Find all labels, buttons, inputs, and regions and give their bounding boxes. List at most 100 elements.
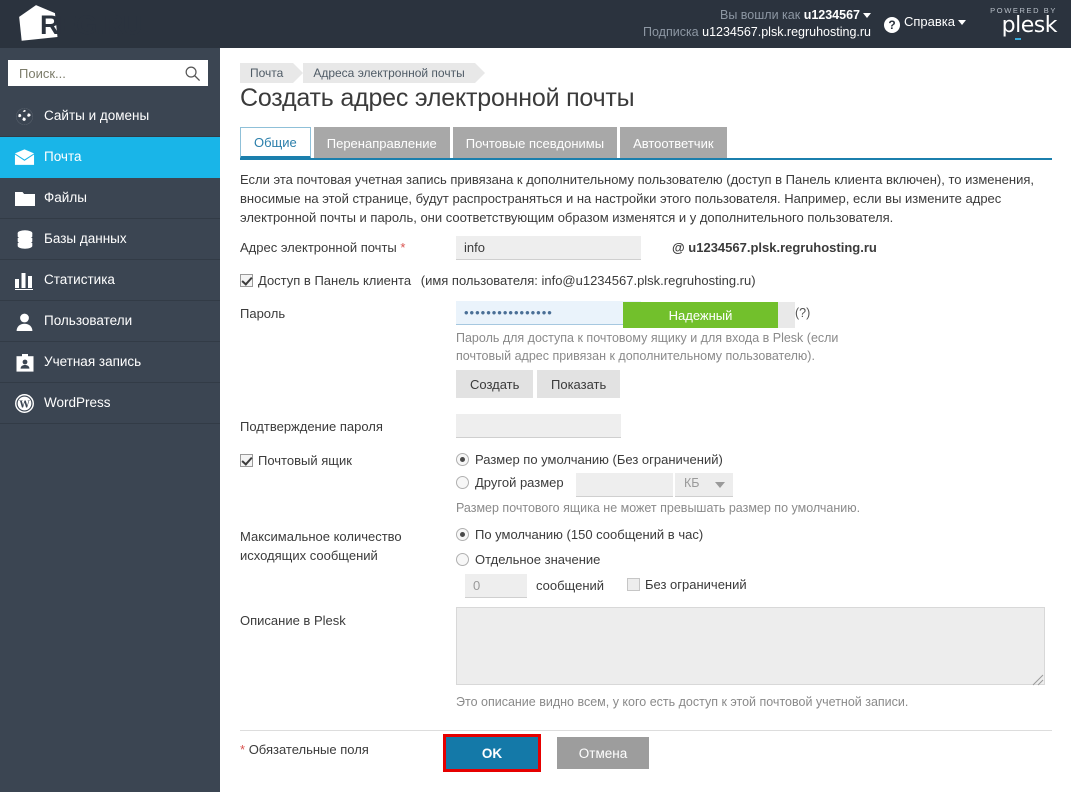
sidebar-item-label: Сайты и домены bbox=[44, 108, 150, 123]
ok-button-highlight: OK bbox=[443, 734, 541, 772]
sidebar: Сайты и домены Почта Файлы Базы данных С bbox=[0, 48, 220, 792]
sidebar-item-databases[interactable]: Базы данных bbox=[0, 219, 220, 260]
help-label: Справка bbox=[904, 14, 955, 29]
logged-in-label: Вы вошли как bbox=[720, 8, 801, 22]
bar-chart-icon bbox=[14, 270, 35, 291]
wordpress-icon: W bbox=[14, 393, 35, 414]
panel-access-row[interactable]: Доступ в Панель клиента (имя пользовател… bbox=[240, 273, 756, 288]
magnifier-icon[interactable] bbox=[184, 65, 201, 82]
mailbox-size-default-radio[interactable] bbox=[456, 453, 469, 466]
mailbox-row[interactable]: Почтовый ящик bbox=[240, 453, 352, 468]
panel-access-label: Доступ в Панель клиента bbox=[258, 273, 412, 288]
mailbox-size-default-row[interactable]: Размер по умолчанию (Без ограничений) bbox=[456, 452, 723, 467]
intro-text: Если эта почтовая учетная запись привяза… bbox=[240, 172, 1035, 225]
outgoing-default-label: По умолчанию (150 сообщений в час) bbox=[475, 527, 704, 542]
ok-button[interactable]: OK bbox=[446, 737, 538, 769]
confirm-password-input[interactable] bbox=[456, 414, 621, 438]
plesk-branding: POWERED BY plesk bbox=[990, 6, 1058, 40]
password-help-icon[interactable]: (?) bbox=[795, 306, 810, 320]
subscription-value: u1234567.plsk.regruhosting.ru bbox=[702, 25, 871, 39]
sidebar-item-users[interactable]: Пользователи bbox=[0, 301, 220, 342]
plesk-wordmark: plesk bbox=[1001, 13, 1058, 40]
regru-logo-text: REG.RU bbox=[40, 10, 143, 41]
confirm-password-label: Подтверждение пароля bbox=[240, 419, 383, 434]
tab-forwarding[interactable]: Перенаправление bbox=[313, 127, 450, 159]
regru-logo-reg: REG bbox=[40, 10, 98, 40]
page-title: Создать адрес электронной почты bbox=[240, 84, 635, 112]
panel-access-checkbox[interactable] bbox=[240, 274, 253, 287]
tab-auto-reply[interactable]: Автоответчик bbox=[620, 127, 727, 159]
search-input[interactable] bbox=[17, 61, 177, 85]
user-icon bbox=[14, 311, 35, 332]
tab-bar: Общие Перенаправление Почтовые псевдоним… bbox=[240, 127, 730, 159]
mailbox-checkbox[interactable] bbox=[240, 454, 253, 467]
outgoing-custom-radio[interactable] bbox=[456, 553, 469, 566]
mailbox-size-other-row[interactable]: Другой размер bbox=[456, 475, 564, 490]
search-box[interactable] bbox=[8, 60, 208, 86]
email-address-label: Адрес электронной почты * bbox=[240, 240, 406, 255]
description-hint: Это описание видно всем, у кого есть дос… bbox=[456, 695, 909, 709]
required-asterisk: * bbox=[240, 742, 246, 757]
outgoing-custom-label: Отдельное значение bbox=[475, 552, 601, 567]
sidebar-item-label: Базы данных bbox=[44, 231, 127, 246]
sidebar-nav: Сайты и домены Почта Файлы Базы данных С bbox=[0, 96, 220, 424]
main-content: Почта Адреса электронной почты Создать а… bbox=[220, 48, 1071, 792]
generate-password-button[interactable]: Создать bbox=[456, 370, 534, 398]
outgoing-custom-row[interactable]: Отдельное значение bbox=[456, 552, 600, 567]
outgoing-unlimited-checkbox[interactable] bbox=[627, 578, 640, 591]
outgoing-unlimited-row[interactable]: Без ограничений bbox=[627, 577, 747, 592]
email-address-input[interactable] bbox=[456, 236, 641, 260]
description-label: Описание в Plesk bbox=[240, 613, 346, 628]
sidebar-item-label: Почта bbox=[44, 149, 82, 164]
sidebar-item-label: WordPress bbox=[44, 395, 111, 410]
mailbox-size-other-radio[interactable] bbox=[456, 476, 469, 489]
panel-access-username: (имя пользователя: info@u1234567.plsk.re… bbox=[420, 273, 756, 288]
sidebar-item-label: Пользователи bbox=[44, 313, 133, 328]
sidebar-item-label: Учетная запись bbox=[44, 354, 142, 369]
mailbox-size-input[interactable] bbox=[576, 473, 673, 497]
cancel-button[interactable]: Отмена bbox=[557, 737, 649, 769]
required-fields-note: * Обязательные поля bbox=[240, 742, 369, 757]
database-icon bbox=[14, 229, 35, 250]
account-info: Вы вошли как u1234567 Подписка u1234567.… bbox=[643, 7, 871, 41]
outgoing-custom-input[interactable] bbox=[465, 574, 527, 598]
description-textarea[interactable] bbox=[456, 607, 1045, 685]
outgoing-default-radio[interactable] bbox=[456, 528, 469, 541]
sidebar-item-label: Статистика bbox=[44, 272, 115, 287]
tab-mail-aliases[interactable]: Почтовые псевдонимы bbox=[452, 127, 618, 159]
tab-underline bbox=[240, 158, 1052, 160]
folder-icon bbox=[14, 188, 35, 209]
subscription-row: Подписка u1234567.plsk.regruhosting.ru bbox=[643, 24, 871, 41]
regru-logo-ru: .RU bbox=[97, 10, 143, 40]
subscription-label: Подписка bbox=[642, 25, 699, 39]
email-domain-suffix: @ u1234567.plsk.regruhosting.ru bbox=[672, 240, 877, 255]
password-strength-label: Надежный bbox=[623, 302, 778, 328]
regru-logo[interactable]: REG.RU bbox=[18, 2, 148, 46]
required-asterisk: * bbox=[400, 240, 406, 255]
mailbox-size-unit-value: КБ bbox=[684, 476, 700, 490]
envelope-icon bbox=[14, 147, 35, 168]
show-password-button[interactable]: Показать bbox=[537, 370, 621, 398]
top-bar: REG.RU Вы вошли как u1234567 Подписка u1… bbox=[0, 0, 1071, 48]
mailbox-label: Почтовый ящик bbox=[258, 453, 352, 468]
mailbox-size-unit-select[interactable]: КБ bbox=[675, 473, 733, 497]
sidebar-item-files[interactable]: Файлы bbox=[0, 178, 220, 219]
help-menu[interactable]: ? Справка bbox=[884, 14, 966, 33]
sidebar-item-sites-domains[interactable]: Сайты и домены bbox=[0, 96, 220, 137]
id-card-icon bbox=[14, 352, 35, 373]
breadcrumb-item-email-addresses[interactable]: Адреса электронной почты bbox=[303, 63, 486, 83]
tab-general[interactable]: Общие bbox=[240, 127, 311, 159]
sidebar-item-statistics[interactable]: Статистика bbox=[0, 260, 220, 301]
password-input[interactable] bbox=[456, 301, 641, 325]
sidebar-item-account[interactable]: Учетная запись bbox=[0, 342, 220, 383]
globe-icon bbox=[14, 106, 35, 127]
outgoing-default-row[interactable]: По умолчанию (150 сообщений в час) bbox=[456, 527, 703, 542]
outgoing-limit-label-line2: исходящих сообщений bbox=[240, 548, 378, 563]
logged-in-row[interactable]: Вы вошли как u1234567 bbox=[643, 7, 871, 24]
chevron-down-icon[interactable] bbox=[863, 13, 871, 19]
chevron-down-icon[interactable] bbox=[958, 20, 966, 26]
chevron-down-icon[interactable] bbox=[715, 482, 725, 488]
sidebar-item-mail[interactable]: Почта bbox=[0, 137, 220, 178]
sidebar-item-wordpress[interactable]: W WordPress bbox=[0, 383, 220, 424]
breadcrumb-item-mail[interactable]: Почта bbox=[240, 63, 304, 83]
